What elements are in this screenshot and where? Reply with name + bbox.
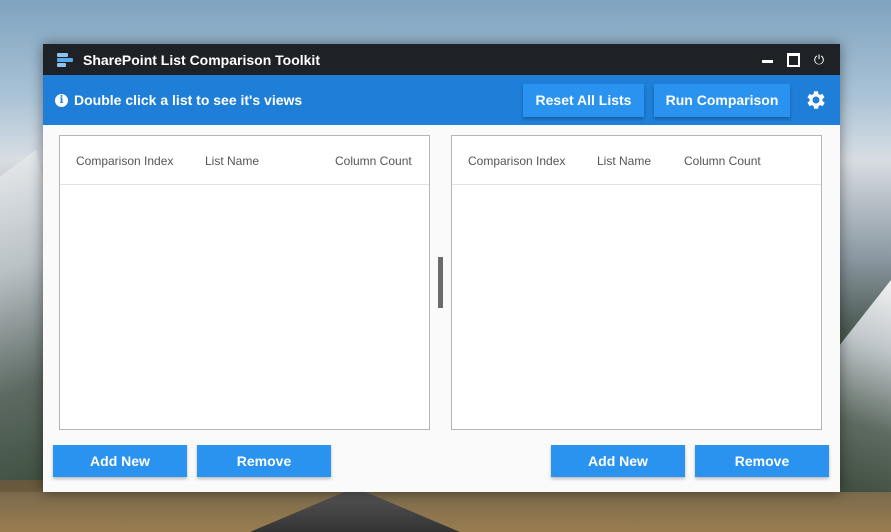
title-bar[interactable]: SharePoint List Comparison Toolkit ⏻: [43, 44, 840, 75]
right-list-table[interactable]: Comparison Index List Name Column Count: [451, 135, 822, 430]
mountain-right: [839, 280, 891, 500]
left-table-header: Comparison Index List Name Column Count: [60, 136, 429, 185]
left-table-body[interactable]: [60, 185, 429, 430]
column-header-list-name[interactable]: List Name: [205, 154, 259, 168]
left-list-table[interactable]: Comparison Index List Name Column Count: [59, 135, 430, 430]
power-button[interactable]: ⏻: [810, 51, 828, 69]
column-header-list-name[interactable]: List Name: [597, 154, 651, 168]
right-table-body[interactable]: [452, 185, 821, 430]
panel-splitter[interactable]: [438, 257, 443, 308]
column-header-comparison-index[interactable]: Comparison Index: [468, 154, 565, 168]
left-add-new-button[interactable]: Add New: [53, 445, 187, 477]
window-title: SharePoint List Comparison Toolkit: [83, 51, 320, 68]
maximize-icon: [786, 52, 800, 67]
right-add-new-button[interactable]: Add New: [551, 445, 685, 477]
toolbar: i Double click a list to see it's views …: [43, 75, 840, 125]
reset-all-lists-button[interactable]: Reset All Lists: [523, 83, 644, 117]
content-area: Comparison Index List Name Column Count …: [43, 125, 840, 492]
minimize-icon: [761, 60, 773, 63]
left-remove-button[interactable]: Remove: [197, 445, 331, 477]
run-comparison-button[interactable]: Run Comparison: [654, 83, 790, 117]
info-icon: i: [55, 93, 68, 107]
app-list-icon: [57, 52, 73, 67]
power-icon: ⏻: [813, 52, 825, 67]
column-header-comparison-index[interactable]: Comparison Index: [76, 154, 173, 168]
column-header-column-count[interactable]: Column Count: [684, 154, 761, 168]
right-remove-button[interactable]: Remove: [695, 445, 829, 477]
right-table-header: Comparison Index List Name Column Count: [452, 136, 821, 185]
gear-icon[interactable]: [804, 88, 828, 112]
column-header-column-count[interactable]: Column Count: [335, 154, 412, 168]
app-window: SharePoint List Comparison Toolkit ⏻ i D…: [43, 44, 840, 492]
hint-text: Double click a list to see it's views: [74, 92, 303, 108]
minimize-button[interactable]: [758, 51, 776, 69]
maximize-button[interactable]: [784, 51, 802, 69]
